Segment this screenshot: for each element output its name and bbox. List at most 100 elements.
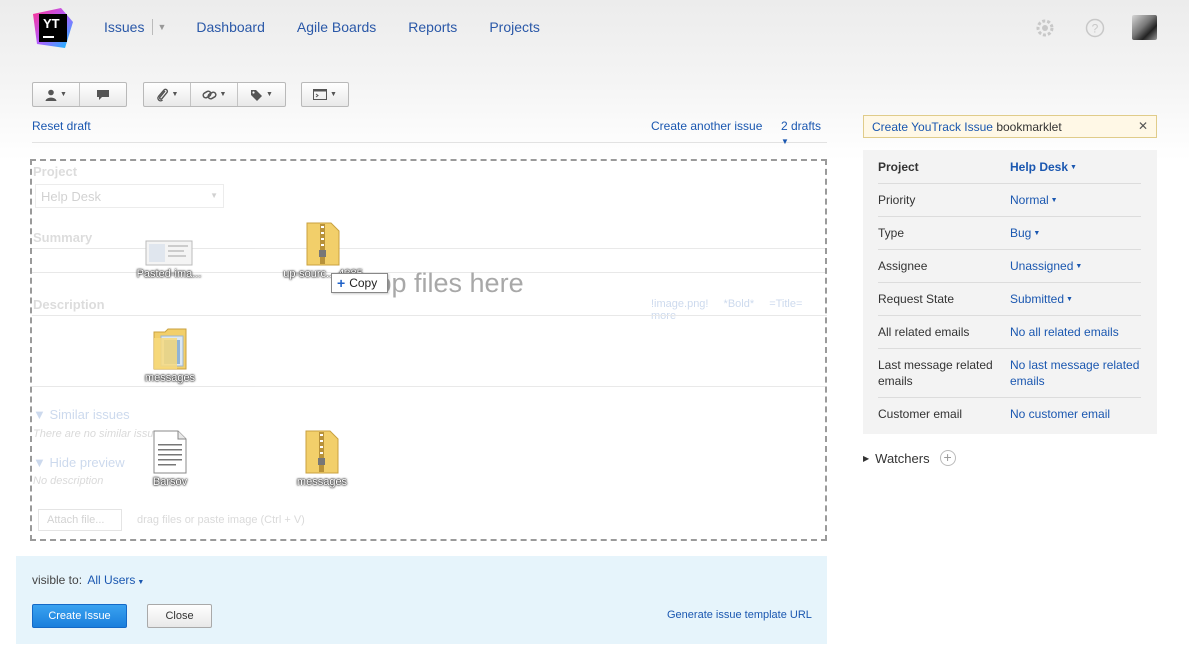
chevron-down-icon: ▼	[137, 579, 145, 586]
user-avatar[interactable]	[1132, 15, 1157, 40]
gear-icon[interactable]	[1035, 18, 1055, 38]
copy-drag-badge: + Copy	[331, 273, 388, 293]
chevron-down-icon: ▼	[1070, 163, 1077, 171]
add-watcher-icon[interactable]: +	[939, 450, 956, 466]
field-row-request-state: Request State Submitted ▼	[878, 283, 1141, 316]
copy-label: Copy	[349, 276, 378, 290]
text-file-icon	[153, 430, 187, 474]
dragged-file[interactable]: up-sourc... 4385	[277, 222, 369, 280]
generate-template-url-link[interactable]: Generate issue template URL	[667, 609, 812, 621]
field-row-assignee: Assignee Unassigned ▼	[878, 250, 1141, 283]
file-name: Barsov	[152, 476, 188, 488]
chevron-down-icon: ▼	[60, 91, 67, 98]
field-value-type[interactable]: Bug ▼	[1010, 225, 1040, 242]
link-icon	[201, 90, 217, 99]
paperclip-icon	[156, 88, 168, 102]
dragged-file[interactable]: Pasted-ima...	[123, 240, 215, 280]
dragged-file[interactable]: messages	[276, 430, 368, 488]
toolbar-group-attach: ▼ ▼ ▼	[143, 82, 286, 107]
field-label: Priority	[878, 193, 916, 207]
field-value-all-related-emails[interactable]: No all related emails	[1010, 324, 1119, 340]
watchers-section[interactable]: ▶ Watchers +	[863, 450, 956, 466]
expand-triangle-icon: ▶	[863, 453, 870, 463]
nav-issues[interactable]: Issues	[104, 19, 144, 35]
nav-agile-boards[interactable]: Agile Boards	[297, 19, 376, 35]
issue-fields-panel: Project Help Desk ▼ Priority Normal ▼ Type…	[863, 150, 1157, 434]
nav-dashboard[interactable]: Dashboard	[196, 19, 265, 35]
user-icon	[45, 89, 57, 101]
field-value-customer-email[interactable]: No customer email	[1010, 406, 1110, 422]
reset-draft-link[interactable]: Reset draft	[32, 119, 91, 133]
folder-icon	[153, 328, 187, 370]
image-file-icon	[145, 240, 193, 266]
file-name: messages	[144, 372, 196, 384]
nav-reports[interactable]: Reports	[408, 19, 457, 35]
zip-file-icon	[305, 430, 339, 474]
dragged-file[interactable]: Barsov	[124, 430, 216, 488]
toolbar-group-people: ▼	[32, 82, 127, 107]
command-window-icon	[313, 89, 328, 100]
chevron-down-icon: ▼	[1033, 229, 1041, 237]
main-nav: Issues ▼ Dashboard Agile Boards Reports …	[104, 19, 572, 35]
visibility-row: visible to: All Users ▼	[32, 573, 144, 587]
logo-text: YT	[43, 16, 60, 31]
draft-toolbar: Reset draft Create another issue 2 draft…	[32, 119, 827, 146]
chevron-down-icon: ▼	[1050, 196, 1058, 204]
field-row-priority: Priority Normal ▼	[878, 184, 1141, 217]
field-value-text: Help Desk	[1010, 160, 1069, 174]
field-row-last-message-emails: Last message related emails No last mess…	[878, 349, 1141, 398]
chevron-down-icon: ▼	[1066, 295, 1073, 303]
help-icon[interactable]: ?	[1085, 18, 1105, 38]
field-row-all-related-emails: All related emails No all related emails	[878, 316, 1141, 349]
field-value-last-message-emails[interactable]: No last message related emails	[1010, 357, 1145, 389]
close-icon[interactable]: ✕	[1138, 119, 1148, 133]
attach-button[interactable]: ▼	[144, 83, 191, 106]
command-button[interactable]: ▼	[302, 83, 348, 106]
field-value-request-state[interactable]: Submitted ▼	[1010, 291, 1073, 308]
field-value-assignee[interactable]: Unassigned ▼	[1010, 258, 1082, 275]
youtrack-logo[interactable]: YT	[31, 8, 73, 48]
field-value-text: Normal	[1010, 193, 1049, 207]
plus-icon: +	[337, 275, 346, 291]
bookmarklet-link[interactable]: Create YouTrack Issue	[872, 120, 993, 134]
field-value-project[interactable]: Help Desk ▼	[1010, 159, 1077, 176]
issues-dropdown-icon[interactable]: ▼	[157, 22, 166, 32]
file-name: Pasted-ima...	[136, 268, 202, 280]
field-label: Request State	[878, 292, 955, 306]
drafts-dropdown[interactable]: 2 drafts ▼	[781, 119, 827, 147]
field-value-text: Bug	[1010, 226, 1032, 240]
create-another-issue-link[interactable]: Create another issue	[651, 119, 762, 133]
nav-projects[interactable]: Projects	[489, 19, 540, 35]
field-label: All related emails	[878, 325, 970, 339]
chevron-down-icon: ▼	[219, 91, 227, 98]
bookmarklet-banner: Create YouTrack Issue bookmarklet ✕	[863, 115, 1157, 138]
visible-to-label: visible to:	[32, 573, 83, 587]
link-button[interactable]: ▼	[191, 83, 238, 106]
create-issue-button[interactable]: Create Issue	[32, 604, 127, 628]
chevron-down-icon: ▼	[171, 91, 179, 98]
toolbar-group-command: ▼	[301, 82, 349, 107]
field-row-customer-email: Customer email No customer email	[878, 398, 1141, 431]
close-button[interactable]: Close	[147, 604, 212, 628]
chevron-down-icon: ▼	[330, 91, 337, 98]
drafts-label: 2 drafts	[781, 119, 822, 133]
tag-icon	[251, 89, 263, 101]
field-value-text: Submitted	[1010, 292, 1065, 306]
field-value-priority[interactable]: Normal ▼	[1010, 192, 1058, 209]
zip-file-icon	[306, 222, 340, 266]
visibility-dropdown[interactable]: All Users ▼	[87, 573, 144, 587]
issue-actions-panel: visible to: All Users ▼ Create Issue Clos…	[16, 556, 827, 644]
dragged-file[interactable]: messages	[124, 328, 216, 384]
chevron-down-icon: ▼	[266, 91, 273, 98]
assign-user-button[interactable]: ▼	[33, 83, 80, 106]
chevron-down-icon: ▼	[781, 137, 789, 146]
field-label: Type	[878, 226, 905, 240]
comment-button[interactable]	[80, 83, 126, 106]
visibility-value: All Users	[87, 573, 136, 587]
chevron-down-icon: ▼	[1075, 262, 1083, 270]
field-label: Assignee	[878, 259, 928, 273]
field-label: Project	[878, 160, 919, 174]
tag-button[interactable]: ▼	[238, 83, 285, 106]
file-name: messages	[296, 476, 348, 488]
field-label: Last message related emails	[878, 358, 993, 388]
